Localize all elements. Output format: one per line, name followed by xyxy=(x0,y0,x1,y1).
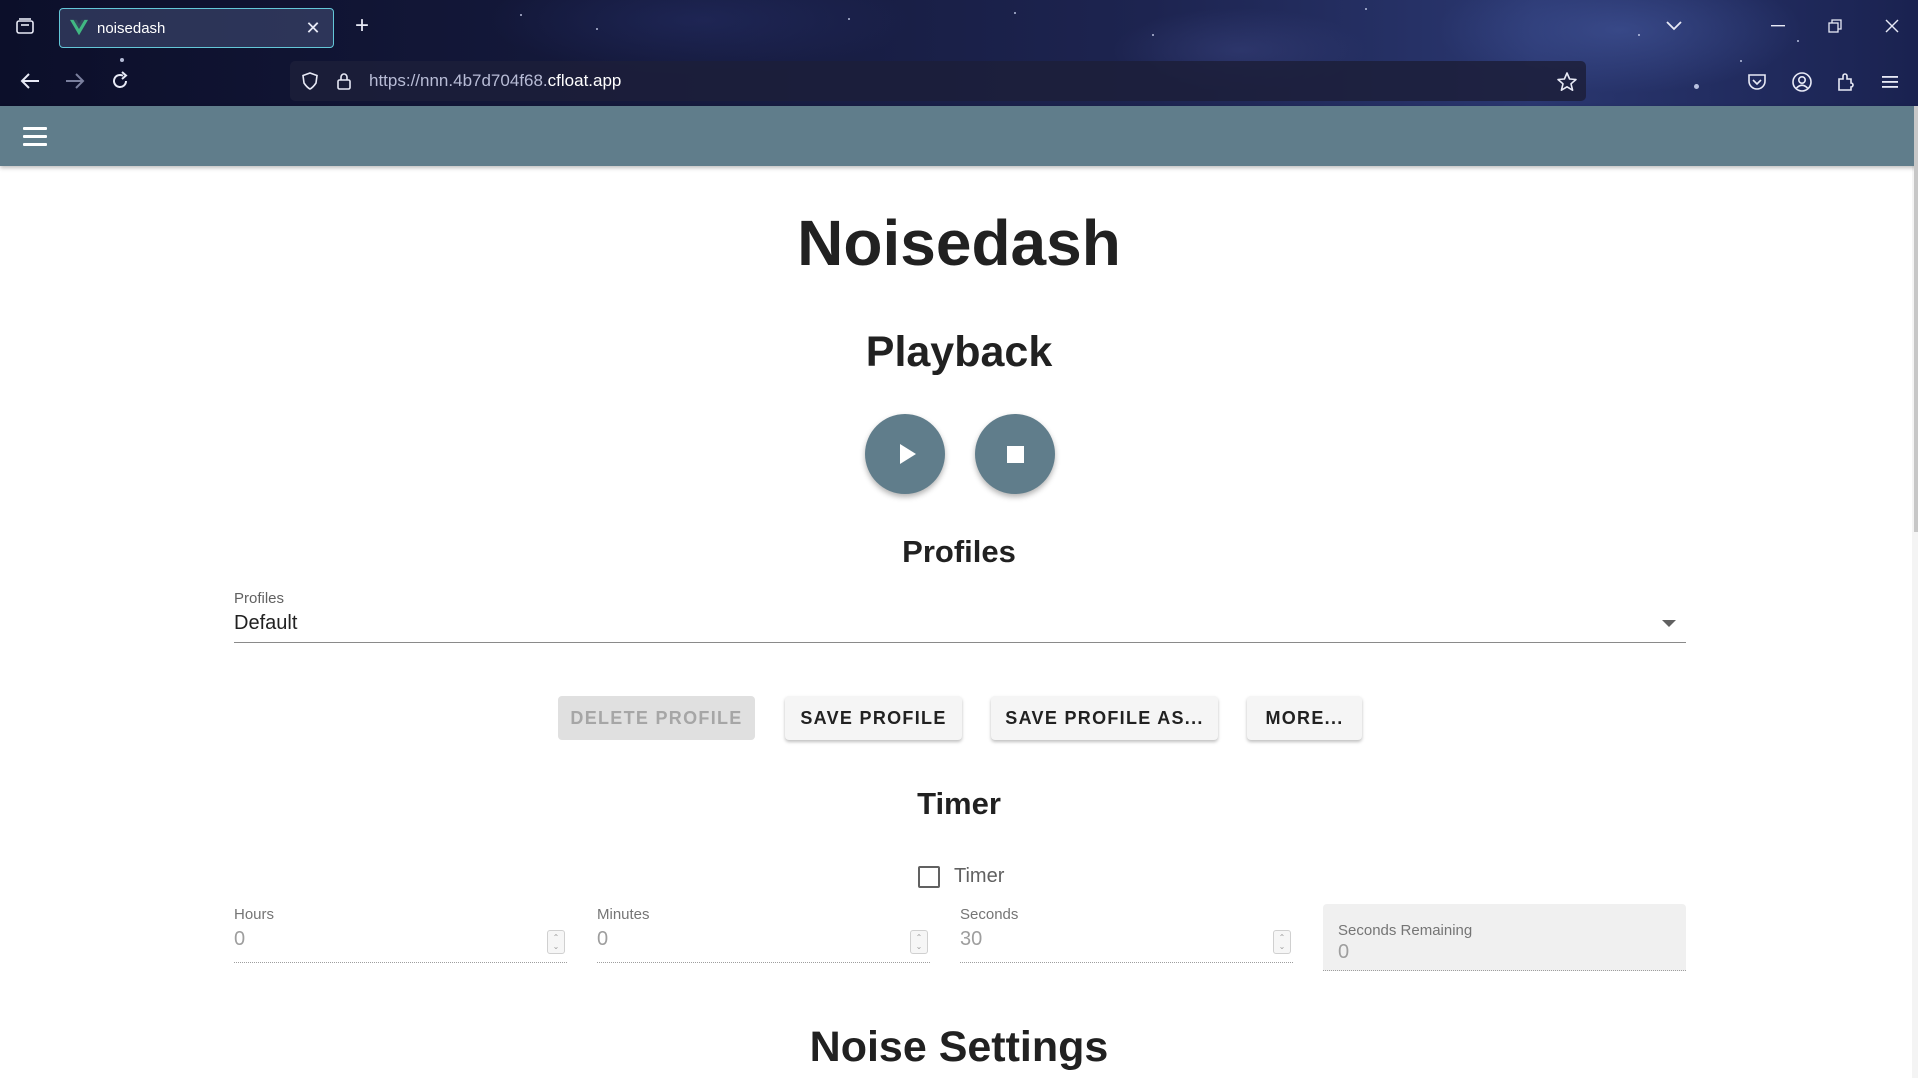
extensions-icon[interactable] xyxy=(1833,69,1859,95)
shield-icon[interactable] xyxy=(299,70,321,92)
save-profile-button[interactable]: SAVE PROFILE xyxy=(785,696,962,740)
hours-field[interactable]: Hours 0 ⌃ ⌄ xyxy=(234,906,567,963)
app-toolbar xyxy=(0,106,1918,166)
tab-overview-icon[interactable] xyxy=(11,12,39,40)
list-tabs-chevron-icon[interactable] xyxy=(1654,12,1694,40)
minutes-spinner-icon[interactable]: ⌃ ⌄ xyxy=(910,930,928,954)
seconds-label: Seconds xyxy=(960,906,1019,923)
timer-checkbox[interactable] xyxy=(918,865,940,888)
play-icon xyxy=(899,444,916,464)
new-tab-icon[interactable]: + xyxy=(350,12,374,40)
minutes-label: Minutes xyxy=(597,906,650,923)
url-text[interactable]: https://nnn.4b7d704f68.cfloat.app xyxy=(369,71,621,91)
seconds-field[interactable]: Seconds 30 ⌃ ⌄ xyxy=(960,906,1293,963)
seconds-remaining-field: Seconds Remaining 0 xyxy=(1323,904,1686,971)
app-menu-icon[interactable] xyxy=(1877,69,1903,95)
bookmark-star-icon[interactable] xyxy=(1554,69,1580,95)
reload-icon[interactable] xyxy=(105,66,135,96)
close-window-icon[interactable] xyxy=(1872,12,1912,40)
address-bar[interactable]: https://nnn.4b7d704f68.cfloat.app xyxy=(290,61,1586,101)
delete-profile-button[interactable]: DELETE PROFILE xyxy=(558,696,755,740)
browser-tab-active[interactable]: noisedash ✕ xyxy=(59,8,334,48)
profiles-select[interactable]: Profiles Default xyxy=(234,590,1686,643)
pocket-icon[interactable] xyxy=(1744,69,1770,95)
vue-logo-icon xyxy=(70,19,88,36)
account-icon[interactable] xyxy=(1789,69,1815,95)
close-tab-icon[interactable]: ✕ xyxy=(303,18,323,38)
timer-checkbox-label: Timer xyxy=(954,865,1005,887)
seconds-remaining-value: 0 xyxy=(1338,941,1350,963)
forward-icon[interactable] xyxy=(60,66,90,96)
profiles-select-value: Default xyxy=(234,612,298,634)
profiles-heading: Profiles xyxy=(902,534,1016,569)
hours-label: Hours xyxy=(234,906,275,923)
page-scrollbar[interactable] xyxy=(1914,106,1918,532)
tab-title: noisedash xyxy=(97,19,166,37)
minutes-value: 0 xyxy=(597,928,609,950)
hours-spinner-icon[interactable]: ⌃ ⌄ xyxy=(547,930,565,954)
noise-settings-heading: Noise Settings xyxy=(809,1023,1109,1071)
restore-icon[interactable] xyxy=(1815,12,1855,40)
hamburger-menu-icon[interactable] xyxy=(18,121,52,151)
dropdown-caret-icon xyxy=(1662,620,1676,627)
more-button[interactable]: MORE... xyxy=(1247,696,1362,740)
browser-chrome: noisedash ✕ + https://nnn.4b7d704f68.cfl… xyxy=(0,0,1918,106)
stop-icon xyxy=(1006,445,1024,463)
back-icon[interactable] xyxy=(15,66,45,96)
hours-value: 0 xyxy=(234,928,246,950)
lock-icon[interactable] xyxy=(333,70,355,92)
save-profile-as-button[interactable]: SAVE PROFILE AS... xyxy=(991,696,1218,740)
playback-heading: Playback xyxy=(865,328,1053,376)
minimize-icon[interactable] xyxy=(1758,12,1798,40)
play-button[interactable] xyxy=(865,414,945,494)
timer-heading: Timer xyxy=(917,786,1001,821)
seconds-value: 30 xyxy=(960,928,983,950)
seconds-remaining-label: Seconds Remaining xyxy=(1338,922,1473,939)
timer-checkbox-row[interactable]: Timer xyxy=(918,865,1004,888)
profiles-select-label: Profiles xyxy=(234,590,285,607)
stop-button[interactable] xyxy=(975,414,1055,494)
page-title: Noisedash xyxy=(797,207,1121,279)
seconds-spinner-icon[interactable]: ⌃ ⌄ xyxy=(1273,930,1291,954)
minutes-field[interactable]: Minutes 0 ⌃ ⌄ xyxy=(597,906,930,963)
